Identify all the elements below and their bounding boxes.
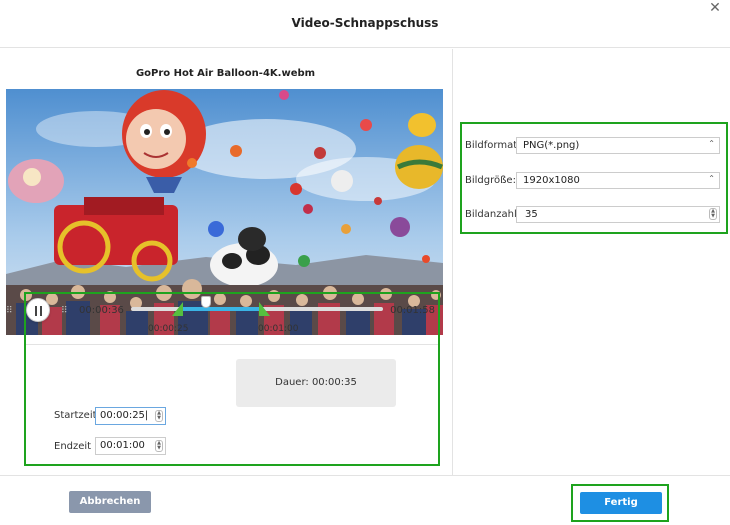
image-count-label: Bildanzahl: [465, 209, 521, 220]
settings-panel [452, 49, 730, 475]
image-format-label: Bildformat: [465, 140, 521, 151]
image-count-input[interactable]: 35 ▲ ▼ [516, 206, 720, 223]
image-size-label: Bildgröße: [465, 175, 516, 186]
dialog-title: Video-Schnappschuss [291, 16, 439, 30]
duration-display: Dauer: 00:00:35 [236, 359, 396, 407]
text-caret: | [144, 410, 149, 421]
start-time-input[interactable]: 00:00:25| ▲ ▼ [95, 407, 166, 425]
duration-label: Dauer: [275, 377, 309, 388]
duration-value: 00:00:35 [311, 377, 357, 388]
end-time-label: Endzeit [54, 441, 92, 452]
end-time-input[interactable]: 00:01:00 ▲ ▼ [95, 437, 166, 455]
image-size-value: 1920x1080 [523, 175, 580, 186]
start-time-label: Startzeit [54, 410, 97, 421]
grip-icon[interactable]: ⠿ [6, 306, 16, 316]
image-size-select[interactable]: 1920x1080 ⌃ [516, 172, 720, 189]
done-button[interactable]: Fertig [580, 492, 662, 514]
spinner-icon[interactable]: ▲ ▼ [155, 440, 163, 452]
cancel-button[interactable]: Abbrechen [69, 491, 151, 513]
video-snapshot-dialog: Video-Schnappschuss ✕ GoPro Hot Air Ball… [0, 0, 730, 525]
chevron-updown-icon: ⌃ [708, 174, 715, 183]
video-filename: GoPro Hot Air Balloon-4K.webm [135, 68, 316, 79]
title-bar: Video-Schnappschuss ✕ [0, 0, 730, 48]
close-icon[interactable]: ✕ [706, 0, 724, 18]
image-count-value: 35 [525, 209, 538, 220]
spinner-icon[interactable]: ▲ ▼ [709, 208, 717, 220]
start-time-value: 00:00:25 [100, 410, 145, 421]
image-format-select[interactable]: PNG(*.png) ⌃ [516, 137, 720, 154]
end-time-value: 00:01:00 [100, 440, 145, 451]
divider [26, 344, 438, 345]
chevron-updown-icon: ⌃ [708, 139, 715, 148]
image-format-value: PNG(*.png) [523, 140, 580, 151]
spinner-icon[interactable]: ▲ ▼ [155, 410, 163, 422]
